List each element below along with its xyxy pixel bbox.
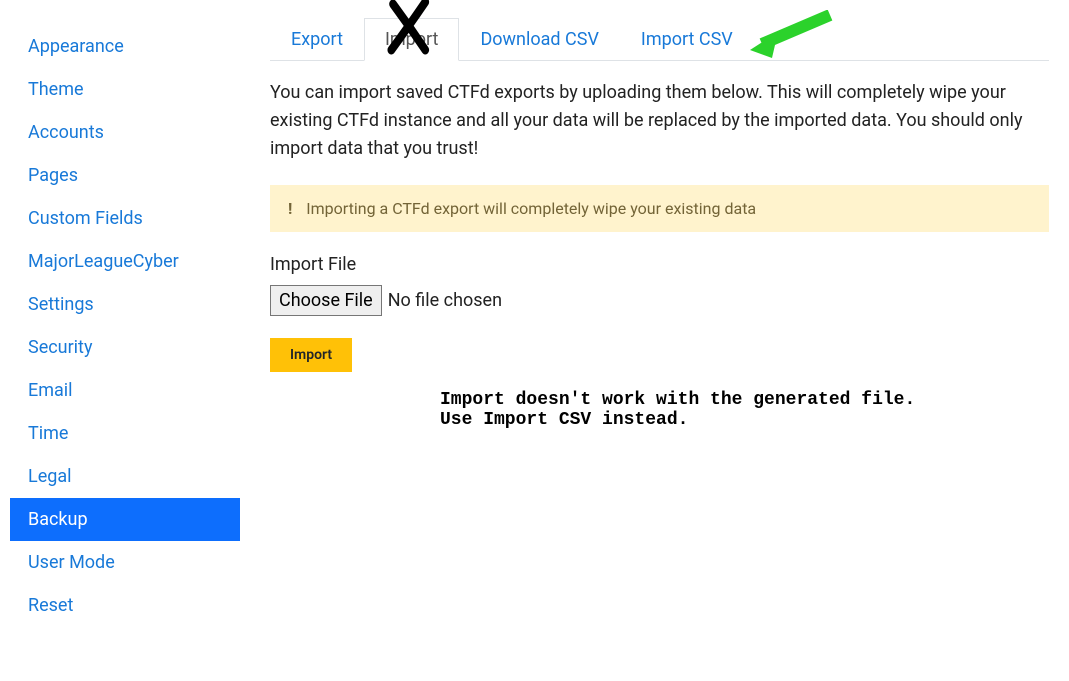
import-description: You can import saved CTFd exports by upl… (270, 79, 1049, 163)
tab-download-csv[interactable]: Download CSV (459, 18, 619, 60)
import-file-label: Import File (270, 254, 1049, 275)
main-content: Export Import Download CSV Import CSV Yo… (250, 0, 1069, 637)
sidebar-item-security[interactable]: Security (10, 326, 240, 369)
sidebar-item-accounts[interactable]: Accounts (10, 111, 240, 154)
tab-content: You can import saved CTFd exports by upl… (270, 61, 1049, 372)
import-button[interactable]: Import (270, 338, 352, 372)
tab-import[interactable]: Import (364, 18, 459, 61)
file-status-text: No file chosen (388, 290, 502, 311)
tab-import-csv[interactable]: Import CSV (620, 18, 754, 60)
sidebar-item-email[interactable]: Email (10, 369, 240, 412)
sidebar-item-appearance[interactable]: Appearance (10, 25, 240, 68)
sidebar-item-pages[interactable]: Pages (10, 154, 240, 197)
sidebar-item-backup[interactable]: Backup (10, 498, 240, 541)
sidebar-item-theme[interactable]: Theme (10, 68, 240, 111)
sidebar-item-legal[interactable]: Legal (10, 455, 240, 498)
choose-file-button[interactable]: Choose File (270, 285, 382, 316)
tab-export[interactable]: Export (270, 18, 364, 60)
warning-alert: ! Importing a CTFd export will completel… (270, 185, 1049, 232)
sidebar-item-settings[interactable]: Settings (10, 283, 240, 326)
sidebar-item-user-mode[interactable]: User Mode (10, 541, 240, 584)
file-input[interactable]: Choose File No file chosen (270, 285, 1049, 316)
warning-text: Importing a CTFd export will completely … (306, 199, 756, 218)
annotation-note: Import doesn't work with the generated f… (440, 390, 915, 430)
warning-icon: ! (288, 199, 292, 218)
sidebar-item-reset[interactable]: Reset (10, 584, 240, 627)
sidebar: Appearance Theme Accounts Pages Custom F… (0, 0, 250, 637)
sidebar-item-majorleaguecyber[interactable]: MajorLeagueCyber (10, 240, 240, 283)
tab-bar: Export Import Download CSV Import CSV (270, 18, 1049, 61)
sidebar-item-custom-fields[interactable]: Custom Fields (10, 197, 240, 240)
sidebar-item-time[interactable]: Time (10, 412, 240, 455)
